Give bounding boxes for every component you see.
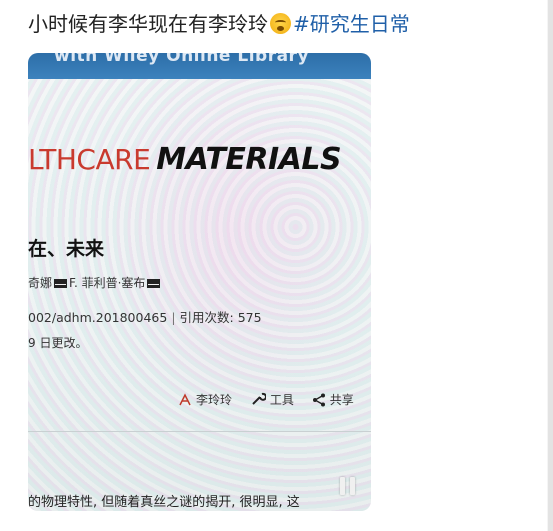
journal-title-prefix: LTHCARE xyxy=(28,143,151,176)
scrollbar-thumb[interactable] xyxy=(548,0,553,531)
wrench-icon xyxy=(252,392,267,405)
article-toolbar: 李玲玲 工具 共享 xyxy=(178,391,368,408)
pdf-label: 李玲玲 xyxy=(196,393,233,407)
doi-text: 002/adhm.201800465 xyxy=(28,310,168,325)
pause-button[interactable] xyxy=(339,477,357,495)
tools-button[interactable]: 工具 xyxy=(250,391,294,408)
pause-icon-bar xyxy=(340,477,345,495)
author-list: 奇娜 F. 菲利普·塞布 xyxy=(28,274,162,291)
doi-line: 002/adhm.201800465 | 引用次数: 575 xyxy=(28,310,262,325)
page-scrollbar[interactable] xyxy=(547,0,553,531)
pdf-button[interactable]: 李玲玲 xyxy=(178,391,232,408)
mail-icon xyxy=(54,279,68,288)
citation-count: 引用次数: 575 xyxy=(179,310,262,325)
mail-icon xyxy=(147,279,161,288)
post-text: 小时候有李华现在有李玲玲 #研究生日常 xyxy=(28,10,410,38)
updated-text: 9 日更改。 xyxy=(28,336,88,350)
article-heading: 在、未来 xyxy=(28,238,105,260)
wiley-banner: with Wiley Online Library xyxy=(28,53,371,79)
wiley-banner-text: with Wiley Online Library xyxy=(54,53,310,66)
share-label: 共享 xyxy=(329,393,354,407)
journal-title-suffix: MATERIALS xyxy=(156,142,342,177)
yawning-face-icon xyxy=(270,13,291,34)
hashtag-link[interactable]: #研究生日常 xyxy=(293,12,410,36)
article-snippet: 的物理特性, 但随着真丝之谜的揭开, 很明显, 这 xyxy=(28,495,300,510)
post-body-text: 小时候有李华现在有李玲玲 xyxy=(28,12,268,36)
pdf-icon xyxy=(179,393,191,406)
video-media-card[interactable]: with Wiley Online Library LTHCARE MATERIA… xyxy=(28,53,371,511)
divider xyxy=(28,431,371,432)
author-name: F. 菲利普·塞布 xyxy=(69,276,146,290)
journal-title: LTHCARE MATERIALS xyxy=(28,142,342,181)
share-icon xyxy=(312,393,325,407)
tools-label: 工具 xyxy=(269,393,294,407)
author-name: 奇娜 xyxy=(28,276,53,290)
share-button[interactable]: 共享 xyxy=(312,391,354,408)
pause-icon-bar xyxy=(350,477,355,495)
